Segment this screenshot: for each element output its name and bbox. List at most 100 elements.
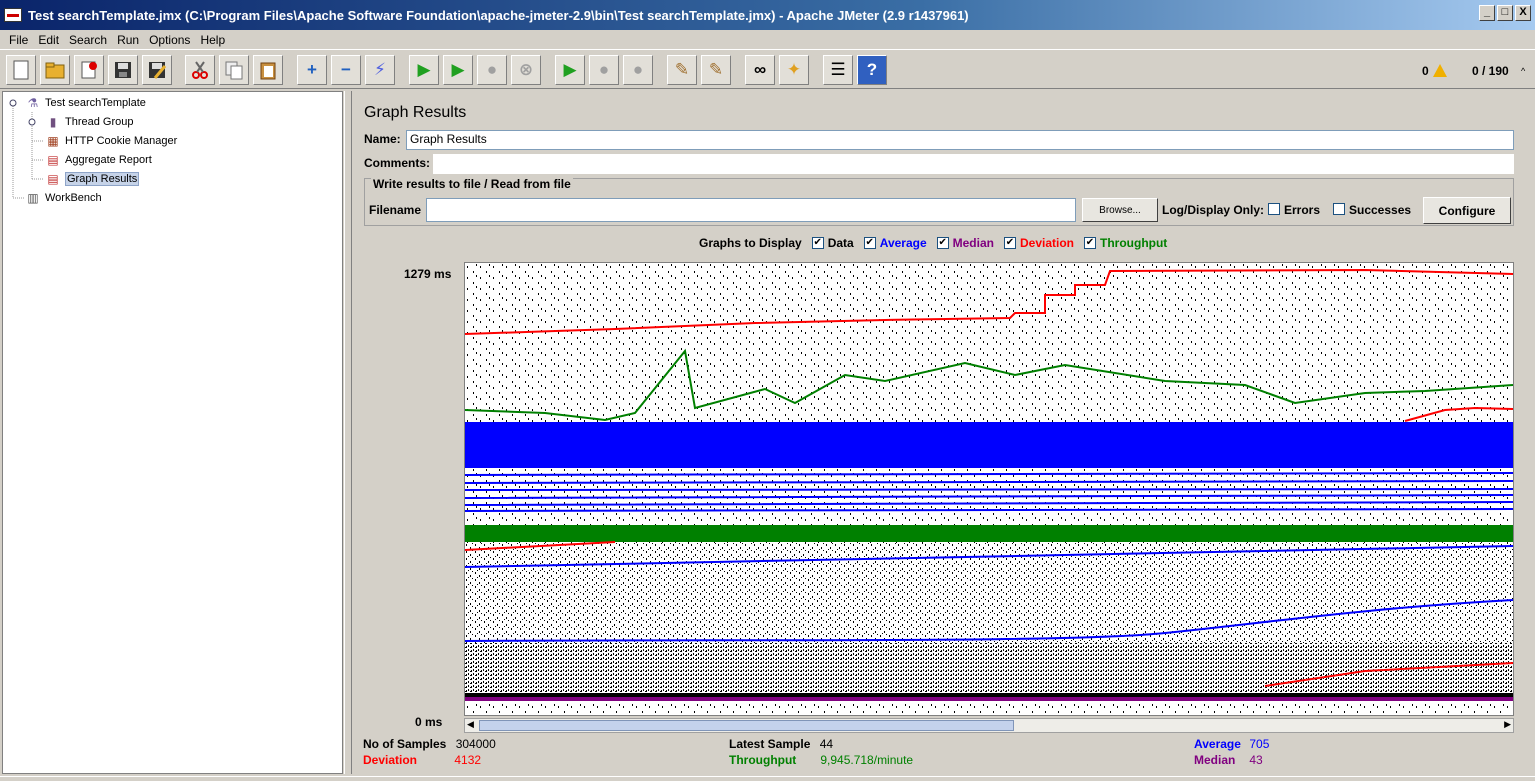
tree-item-test-plan[interactable]: ⚗ Test searchTemplate <box>25 94 146 112</box>
successes-check-box[interactable] <box>1333 203 1345 215</box>
menu-search[interactable]: Search <box>64 33 112 47</box>
data-label: Data <box>827 236 854 250</box>
comments-input[interactable] <box>433 154 1514 174</box>
median-checkbox[interactable]: ✔ <box>936 237 949 249</box>
option-deviation[interactable]: ✔ Deviation <box>1003 236 1074 250</box>
pane-splitter[interactable] <box>344 91 352 774</box>
stats-no-of-samples: No of Samples 304000 <box>363 737 496 751</box>
tree-item-graph-results[interactable]: ▤ Graph Results <box>45 170 140 188</box>
tree-item-workbench[interactable]: ▥ WorkBench <box>25 189 101 207</box>
option-average[interactable]: ✔ Average <box>863 236 927 250</box>
configure-button[interactable]: Configure <box>1423 197 1511 224</box>
start-no-pause-icon[interactable]: ▶ <box>443 55 473 85</box>
cookie-manager-icon: ▦ <box>47 134 59 148</box>
search-icon[interactable]: ∞ <box>745 55 775 85</box>
copy-icon[interactable] <box>219 55 249 85</box>
graph-canvas <box>464 262 1514 716</box>
minimize-button[interactable]: _ <box>1479 5 1495 21</box>
menu-help[interactable]: Help <box>195 33 230 47</box>
graph-results-panel: Graph Results Name: Graph Results Commen… <box>353 91 1521 774</box>
deviation-checkbox[interactable]: ✔ <box>1003 237 1016 249</box>
option-data[interactable]: ✔ Data <box>811 236 854 250</box>
thread-status: 0 / 190 <box>1472 64 1509 78</box>
scroll-right-icon[interactable]: ▶ <box>1504 719 1511 730</box>
filename-label: Filename <box>369 203 422 217</box>
data-series <box>465 263 1513 713</box>
cut-icon[interactable] <box>185 55 215 85</box>
save-icon[interactable] <box>108 55 138 85</box>
scroll-left-icon[interactable]: ◀ <box>467 719 474 730</box>
panel-scroll-up-icon[interactable]: ^ <box>1521 66 1533 78</box>
help-icon[interactable]: ? <box>857 55 887 85</box>
throughput-label: Throughput <box>1100 236 1168 250</box>
tree-item-thread-group[interactable]: ▮ Thread Group <box>45 113 134 131</box>
open-icon[interactable] <box>40 55 70 85</box>
toolbar: + − ⚡ ▶ ▶ ● ⊗ ▶ ● ● ✎ ✎ ∞ ✦ ☰ ? 0 0 / 19… <box>0 51 1535 89</box>
menu-edit[interactable]: Edit <box>33 33 64 47</box>
average-value: 705 <box>1249 737 1270 751</box>
remote-stop-icon[interactable]: ● <box>589 55 619 85</box>
remote-start-icon[interactable]: ▶ <box>555 55 585 85</box>
toggle-icon[interactable]: ⚡ <box>365 55 395 85</box>
deviation-value: 4132 <box>454 753 482 767</box>
tree-item-cookie-manager[interactable]: ▦ HTTP Cookie Manager <box>45 132 177 150</box>
stats-deviation: Deviation 4132 <box>363 753 481 767</box>
shutdown-icon[interactable]: ⊗ <box>511 55 541 85</box>
menu-file[interactable]: File <box>4 33 33 47</box>
file-section: Write results to file / Read from file F… <box>364 177 1514 226</box>
option-median[interactable]: ✔ Median <box>936 236 994 250</box>
latest-sample-value: 44 <box>819 737 834 751</box>
window-controls: _ □ X <box>1479 5 1531 21</box>
start-icon[interactable]: ▶ <box>409 55 439 85</box>
throughput-checkbox[interactable]: ✔ <box>1084 237 1096 249</box>
expand-icon[interactable]: + <box>297 55 327 85</box>
average-label: Average <box>879 236 927 250</box>
menu-options[interactable]: Options <box>144 33 195 47</box>
average-stat-label: Average <box>1194 737 1241 751</box>
graph-plot <box>464 263 1514 713</box>
paste-icon[interactable] <box>253 55 283 85</box>
graphs-to-display-row: Graphs to Display ✔ Data ✔ Average ✔ Median… <box>699 236 1167 250</box>
remote-shutdown-icon[interactable]: ● <box>623 55 653 85</box>
latest-sample-label: Latest Sample <box>729 737 811 751</box>
menu-run[interactable]: Run <box>112 33 144 47</box>
stop-icon[interactable]: ● <box>477 55 507 85</box>
name-row: Name: <box>364 132 401 146</box>
warning-count: 0 <box>1422 64 1429 78</box>
scroll-thumb[interactable] <box>479 720 1014 731</box>
tree-item-aggregate-report[interactable]: ▤ Aggregate Report <box>45 151 152 169</box>
stats-median: Median 43 <box>1194 753 1263 767</box>
successes-label: Successes <box>1349 203 1412 217</box>
collapse-icon[interactable]: − <box>331 55 361 85</box>
comments-label: Comments: <box>364 156 431 170</box>
median-label: Median <box>952 236 994 250</box>
filename-input[interactable] <box>426 198 1076 222</box>
function-helper-icon[interactable]: ☰ <box>823 55 853 85</box>
median-stat-label: Median <box>1194 753 1236 767</box>
horizontal-scrollbar[interactable]: ◀ ▶ <box>464 718 1514 733</box>
average-checkbox[interactable]: ✔ <box>863 237 876 249</box>
save-as-icon[interactable] <box>142 55 172 85</box>
errors-checkbox[interactable]: Errors <box>1268 203 1320 217</box>
close-icon[interactable] <box>74 55 104 85</box>
clear-icon[interactable]: ✎ <box>667 55 697 85</box>
successes-checkbox[interactable]: Successes <box>1333 203 1411 217</box>
data-checkbox[interactable]: ✔ <box>811 237 824 249</box>
new-icon[interactable] <box>6 55 36 85</box>
maximize-button[interactable]: □ <box>1497 5 1513 21</box>
median-value: 43 <box>1249 753 1263 767</box>
y-axis-min-label: 0 ms <box>415 715 443 729</box>
graphs-to-display-label: Graphs to Display <box>699 236 802 250</box>
close-button[interactable]: X <box>1515 5 1531 21</box>
option-throughput[interactable]: ✔ Throughput <box>1084 236 1167 250</box>
reset-search-icon[interactable]: ✦ <box>779 55 809 85</box>
y-axis-max-label: 1279 ms <box>404 267 452 281</box>
browse-button[interactable]: Browse... <box>1082 198 1158 222</box>
name-input[interactable]: Graph Results <box>406 130 1514 150</box>
log-display-label: Log/Display Only: <box>1162 203 1265 217</box>
errors-check-box[interactable] <box>1268 203 1280 215</box>
clear-all-icon[interactable]: ✎ <box>701 55 731 85</box>
test-plan-icon: ⚗ <box>27 96 39 110</box>
menu-bar: File Edit Search Run Options Help <box>0 30 1535 50</box>
warning-indicator[interactable]: 0 <box>1422 64 1447 78</box>
